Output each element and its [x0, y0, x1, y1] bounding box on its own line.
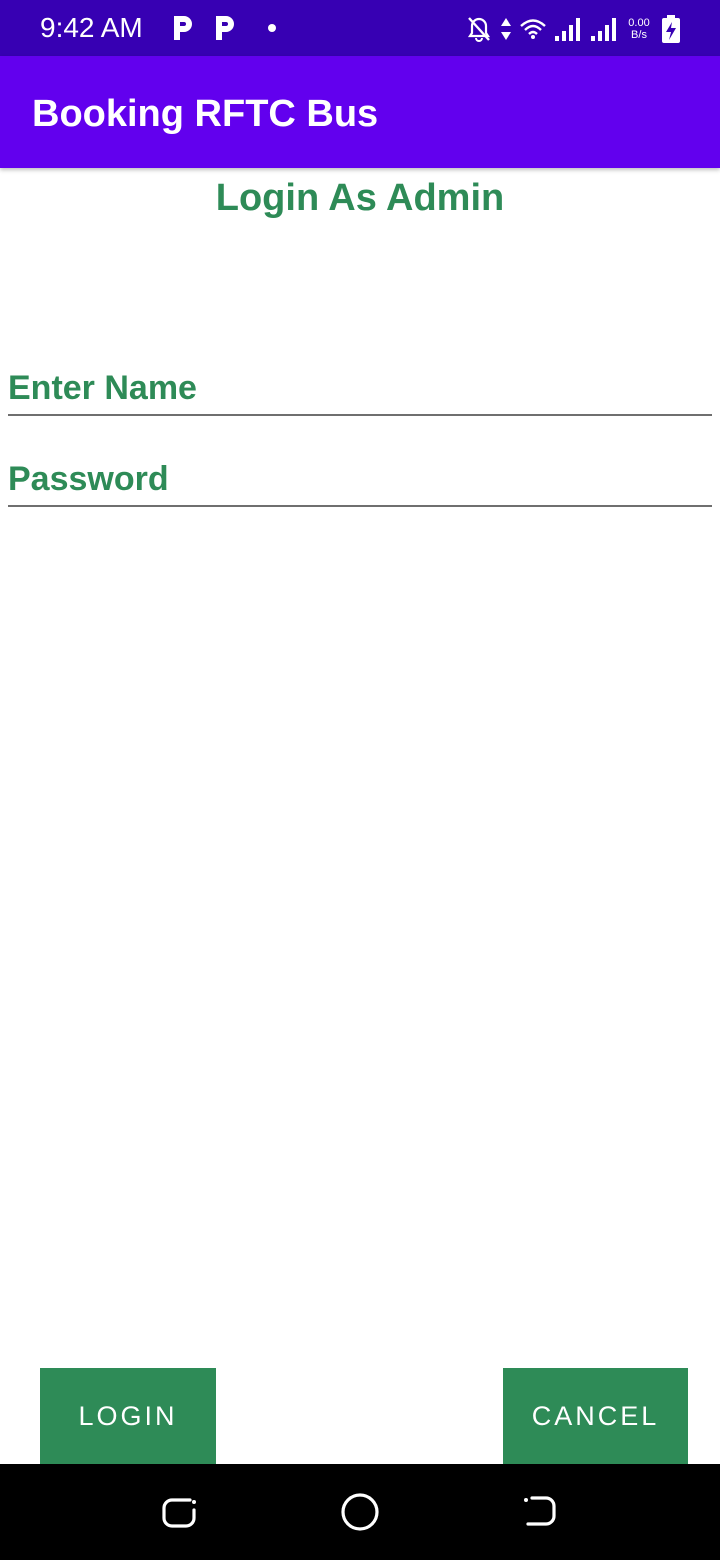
status-time: 9:42 AM [40, 12, 143, 43]
password-input[interactable] [8, 453, 712, 507]
data-arrows-icon [501, 18, 511, 40]
parking-icon [216, 16, 234, 40]
app-title: Booking RFTC Bus [32, 93, 379, 135]
network-speed: 0.00 B/s [626, 17, 652, 41]
status-bar: 9:42 AM 0.00 B/s [0, 0, 720, 56]
battery-charging-icon [662, 15, 680, 43]
status-right-icons: 0.00 B/s [466, 12, 682, 46]
home-icon[interactable] [340, 1492, 380, 1532]
network-speed-value: 0.00 [628, 17, 650, 29]
app-bar: Booking RFTC Bus [0, 56, 720, 168]
navigation-bar [0, 1464, 720, 1560]
signal-icon [591, 18, 616, 41]
page-title: Login As Admin [215, 177, 505, 219]
cancel-button[interactable]: CANCEL [503, 1368, 688, 1464]
name-input[interactable] [8, 362, 712, 416]
parking-icon [174, 16, 192, 40]
login-button[interactable]: LOGIN [40, 1368, 216, 1464]
back-icon[interactable] [520, 1492, 560, 1532]
mute-notification-icon [467, 17, 491, 42]
network-speed-unit: B/s [631, 29, 647, 41]
status-left-icons [170, 12, 276, 44]
dot-icon [268, 24, 276, 32]
signal-icon [555, 18, 580, 41]
wifi-icon [520, 19, 546, 39]
recent-apps-icon[interactable] [160, 1492, 200, 1532]
